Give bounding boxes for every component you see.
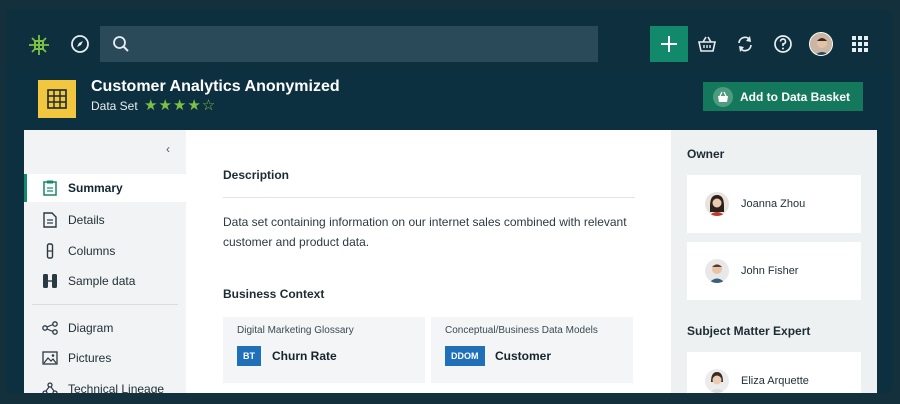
- owner-heading: Owner: [687, 147, 725, 161]
- avatar: [705, 369, 729, 393]
- app-logo-icon[interactable]: [28, 34, 50, 56]
- business-context-card[interactable]: Digital Marketing Glossary BT Churn Rate: [223, 317, 425, 383]
- term-name[interactable]: Churn Rate: [272, 349, 337, 363]
- add-button[interactable]: [650, 26, 688, 62]
- asset-type-label: Data Set: [91, 99, 138, 113]
- sidebar-item-label: Summary: [68, 181, 123, 195]
- avatar[interactable]: [809, 32, 833, 56]
- avatar: [705, 192, 729, 216]
- glossary-name: Conceptual/Business Data Models: [445, 325, 598, 336]
- sidebar-item-label: Technical Lineage: [68, 382, 165, 393]
- sidebar-item-columns[interactable]: Columns: [24, 237, 186, 265]
- page-title: Customer Analytics Anonymized: [91, 78, 340, 95]
- owner-name: John Fisher: [741, 265, 799, 277]
- compass-icon[interactable]: [70, 34, 90, 54]
- rating-stars[interactable]: ★★★★☆: [144, 96, 216, 114]
- sidebar-item-label: Diagram: [68, 321, 114, 335]
- collapse-sidebar-icon[interactable]: ‹: [166, 142, 170, 156]
- add-to-data-basket-label: Add to Data Basket: [740, 89, 851, 104]
- top-bar: [6, 10, 893, 72]
- sidebar-item-summary[interactable]: Summary: [24, 174, 186, 202]
- sidebar: ‹ Summary Details Columns Sample data Di…: [24, 130, 186, 393]
- glossary-name: Digital Marketing Glossary: [237, 325, 354, 336]
- responsibilities-panel: Owner Joanna Zhou John Fisher Subject Ma…: [671, 130, 877, 393]
- description-text: Data set containing information on our i…: [223, 215, 627, 249]
- search-input[interactable]: [140, 32, 580, 56]
- apps-grid-icon[interactable]: [850, 34, 870, 54]
- search-bar[interactable]: [100, 26, 598, 62]
- owner-card[interactable]: Joanna Zhou: [687, 175, 861, 233]
- sidebar-item-sample-data[interactable]: Sample data: [24, 267, 186, 295]
- asset-code-badge: BT: [237, 346, 261, 366]
- owner-name: Joanna Zhou: [741, 198, 806, 210]
- sme-card[interactable]: Eliza Arquette: [687, 352, 861, 393]
- user-avatar-icon: [810, 33, 832, 55]
- sidebar-item-pictures[interactable]: Pictures: [24, 344, 186, 372]
- app-window: Customer Analytics Anonymized Data Set ★…: [6, 10, 893, 393]
- main-content: Description Data set containing informat…: [186, 130, 671, 393]
- sidebar-item-diagram[interactable]: Diagram: [24, 314, 186, 342]
- basket-icon[interactable]: [697, 34, 717, 54]
- subject-matter-expert-heading: Subject Matter Expert: [687, 324, 811, 338]
- add-to-data-basket-button[interactable]: Add to Data Basket: [703, 82, 863, 111]
- clipboard-icon: [42, 180, 58, 196]
- sidebar-item-label: Details: [68, 213, 105, 227]
- sidebar-item-details[interactable]: Details: [24, 206, 186, 234]
- lineage-icon: [42, 381, 58, 393]
- basket-icon: [713, 86, 733, 107]
- asset-code-badge: DDOM: [445, 346, 485, 366]
- sidebar-item-label: Columns: [68, 244, 116, 258]
- sidebar-item-label: Pictures: [68, 351, 112, 365]
- sidebar-divider: [32, 304, 178, 305]
- sidebar-item-label: Sample data: [68, 274, 136, 288]
- columns-icon: [42, 243, 58, 259]
- owner-card[interactable]: John Fisher: [687, 242, 861, 300]
- divider: [223, 197, 635, 198]
- sidebar-item-technical-lineage[interactable]: Technical Lineage: [24, 375, 186, 393]
- help-icon[interactable]: [773, 34, 793, 54]
- sample-data-icon: [42, 273, 58, 289]
- plus-icon: [661, 36, 677, 52]
- refresh-icon[interactable]: [735, 34, 755, 54]
- description-heading: Description: [223, 168, 290, 182]
- avatar: [705, 259, 729, 283]
- pictures-icon: [42, 350, 58, 366]
- table-icon: [47, 89, 67, 109]
- business-context-card[interactable]: Conceptual/Business Data Models DDOM Cus…: [431, 317, 633, 383]
- sme-name: Eliza Arquette: [741, 375, 809, 387]
- diagram-icon: [42, 320, 58, 336]
- search-icon: [113, 36, 129, 52]
- document-icon: [42, 212, 58, 228]
- term-name[interactable]: Customer: [495, 349, 551, 363]
- dataset-icon: [38, 80, 76, 118]
- business-context-heading: Business Context: [223, 287, 325, 301]
